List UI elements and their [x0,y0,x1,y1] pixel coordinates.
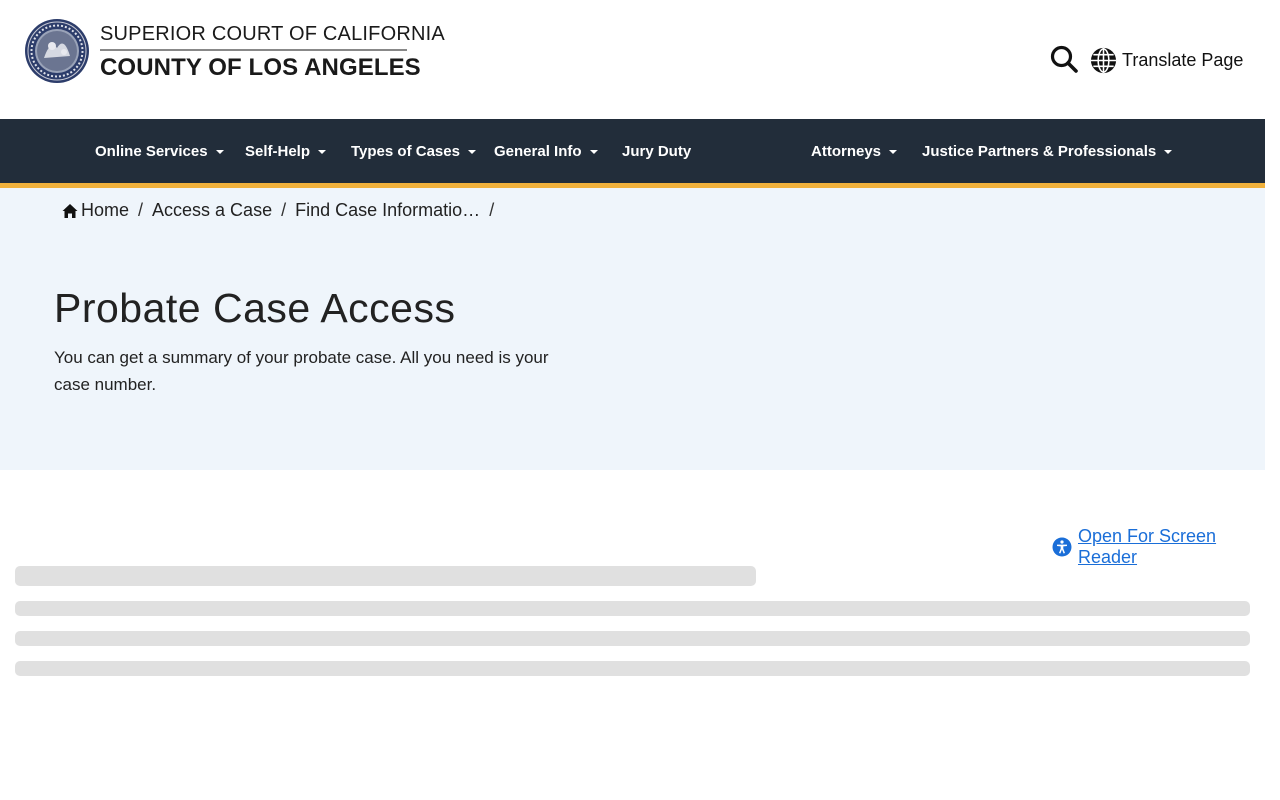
nav-label: General Info [494,142,582,160]
nav-item-types-of-cases[interactable]: Types of Cases [351,119,476,183]
nav-item-general-info[interactable]: General Info [494,119,598,183]
nav-label: Attorneys [811,142,882,160]
breadcrumb-find-case-information[interactable]: Find Case Informatio… [295,200,480,221]
translate-page-button[interactable]: Translate Page [1089,45,1243,75]
nav-item-self-help[interactable]: Self-Help [245,119,327,183]
breadcrumb-separator: / [281,200,287,220]
breadcrumb-access-a-case[interactable]: Access a Case [152,200,272,221]
caret-down-icon [589,149,598,154]
main-nav: Online Services Self-Help Types of Cases… [0,119,1265,183]
open-for-screen-reader-link[interactable]: Open For Screen Reader [1052,526,1280,568]
caret-down-icon [467,149,476,154]
site-header: SUPERIOR COURT OF CALIFORNIA COUNTY OF L… [0,0,1280,119]
loading-skeleton-bar [15,631,1250,646]
court-seal-icon[interactable] [24,18,90,84]
brand-line-1: SUPERIOR COURT OF CALIFORNIA [100,23,445,45]
search-button[interactable] [1049,44,1079,74]
breadcrumb-separator: / [489,200,495,220]
nav-item-justice-partners[interactable]: Justice Partners & Professionals [922,119,1173,183]
nav-item-jury-duty[interactable]: Jury Duty [622,119,691,183]
nav-label: Self-Help [245,142,311,160]
page-subtitle: You can get a summary of your probate ca… [54,348,549,394]
brand-divider [100,49,407,51]
breadcrumb-home[interactable]: Home [81,200,129,221]
caret-down-icon [318,149,327,154]
hero-banner: Home / Access a Case / Find Case Informa… [0,188,1265,470]
nav-item-attorneys[interactable]: Attorneys [811,119,898,183]
home-icon [62,203,78,218]
nav-label: Online Services [95,142,208,160]
page-title: Probate Case Access [54,285,456,331]
caret-down-icon [889,149,898,154]
search-icon [1050,45,1078,73]
loading-skeleton-bar [15,566,756,586]
globe-icon [1090,47,1117,73]
nav-label: Jury Duty [622,142,692,160]
accessibility-icon [1052,537,1072,557]
nav-label: Types of Cases [351,142,460,160]
brand-line-2: COUNTY OF LOS ANGELES [100,54,421,81]
open-for-screen-reader-label: Open For Screen Reader [1077,526,1217,567]
breadcrumb: Home / Access a Case / Find Case Informa… [62,200,503,221]
breadcrumb-separator: / [138,200,144,220]
translate-page-label: Translate Page [1122,49,1244,70]
loading-skeleton-bar [15,601,1250,616]
caret-down-icon [215,149,224,154]
nav-item-online-services[interactable]: Online Services [95,119,224,183]
nav-label: Justice Partners & Professionals [922,142,1157,160]
loading-skeleton-bar [15,661,1250,676]
caret-down-icon [1164,149,1173,154]
